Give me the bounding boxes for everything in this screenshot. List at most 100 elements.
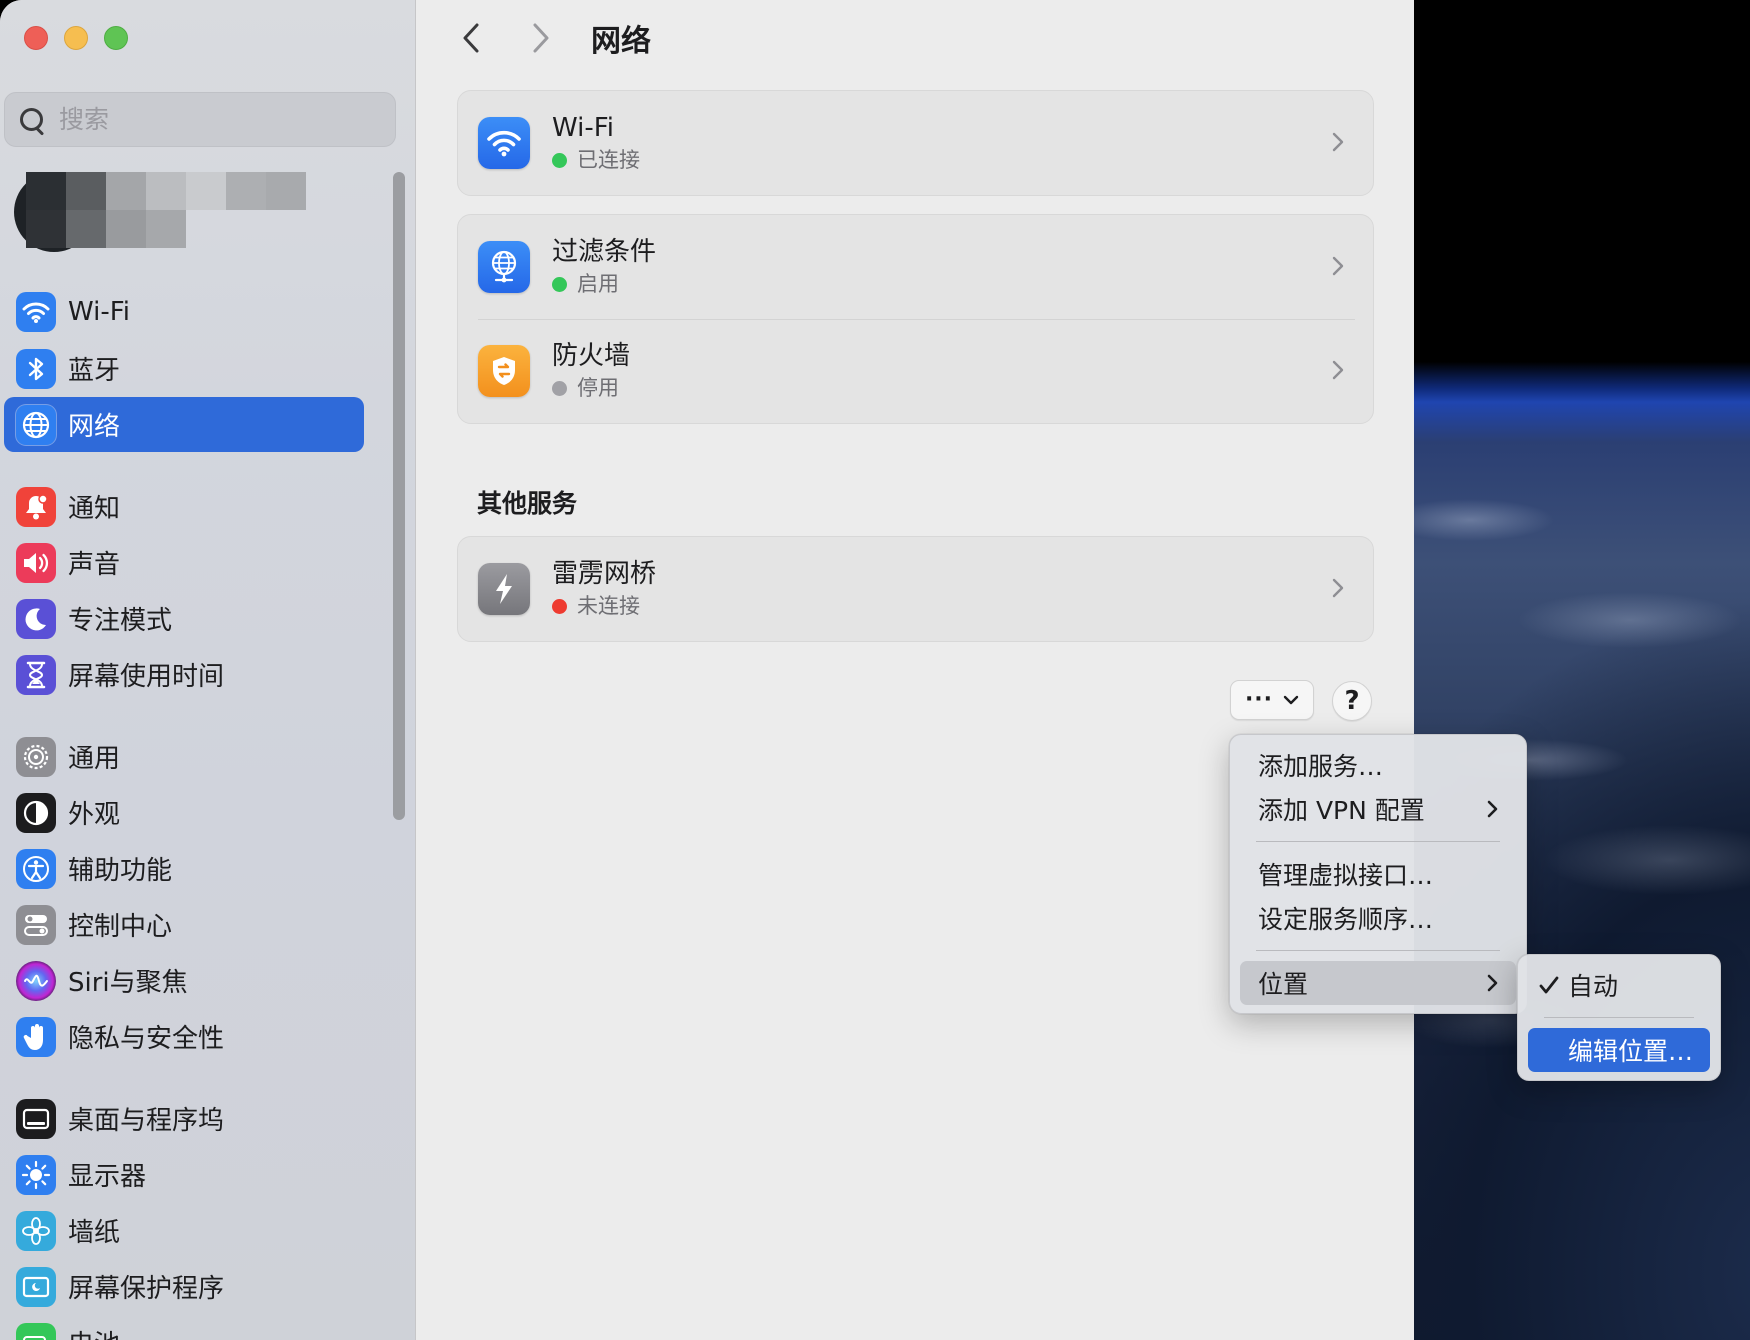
sidebar-item-label: 蓝牙 [68, 356, 121, 386]
menu-item-label: 管理虚拟接口… [1258, 861, 1434, 890]
sidebar-item-label: Siri与聚焦 [68, 968, 188, 998]
sidebar-item-label: 控制中心 [68, 912, 173, 942]
sidebar-item-bluetooth[interactable]: 蓝牙 [4, 341, 364, 396]
main-pane: 网络 Wi-Fi 已连接 过滤条件 启用 防火墙 停用 其他服务 雷雳网桥 未连… [417, 0, 1414, 1340]
location-submenu: 自动 编辑位置… [1517, 954, 1721, 1081]
service-row-firewall[interactable]: 防火墙 停用 [458, 319, 1373, 423]
service-name: 过滤条件 [552, 237, 657, 267]
submenu-item-edit-locations[interactable]: 编辑位置… [1528, 1028, 1710, 1072]
service-status: 未连接 [552, 591, 656, 621]
sidebar-item-label: 辅助功能 [68, 856, 173, 886]
status-dot-red [552, 598, 567, 614]
zoom-window-button[interactable] [104, 26, 128, 50]
search-field[interactable] [4, 92, 396, 147]
submenu-item-label: 自动 [1568, 972, 1619, 1001]
sidebar-item-label: 墙纸 [68, 1218, 121, 1248]
flower-icon [16, 1210, 56, 1251]
sidebar-item-displays[interactable]: 显示器 [4, 1147, 364, 1202]
sidebar-item-control-center[interactable]: 控制中心 [4, 897, 364, 952]
bell-icon [16, 486, 56, 527]
help-button[interactable]: ? [1332, 681, 1372, 721]
close-window-button[interactable] [24, 26, 48, 50]
gear-icon [16, 736, 56, 777]
sidebar-item-label: 显示器 [68, 1162, 147, 1192]
menu-item-label: 设定服务顺序… [1258, 905, 1434, 934]
menu-item-add-service[interactable]: 添加服务… [1240, 743, 1516, 787]
sidebar: Wi-Fi 蓝牙 网络 通知 [0, 0, 416, 1340]
service-status: 已连接 [552, 145, 640, 175]
apple-account-profile[interactable] [14, 168, 314, 252]
more-actions-button[interactable]: ··· [1230, 680, 1314, 720]
service-row-thunderbolt-bridge[interactable]: 雷雳网桥 未连接 [458, 537, 1373, 641]
firewall-shield-icon [478, 345, 530, 397]
sidebar-item-label: 外观 [68, 800, 121, 830]
sidebar-item-siri-spotlight[interactable]: Siri与聚焦 [4, 953, 364, 1008]
sidebar-item-label: 网络 [68, 412, 121, 442]
sidebar-item-accessibility[interactable]: 辅助功能 [4, 841, 364, 896]
status-dot-green [552, 276, 567, 292]
menu-item-add-vpn-configuration[interactable]: 添加 VPN 配置 [1240, 787, 1516, 831]
chevron-right-icon [533, 23, 549, 53]
service-status-text: 停用 [577, 376, 619, 400]
sidebar-item-focus[interactable]: 专注模式 [4, 591, 364, 646]
network-services-card: Wi-Fi 已连接 [457, 90, 1374, 196]
accessibility-icon [16, 848, 56, 889]
sidebar-item-desktop-dock[interactable]: 桌面与程序坞 [4, 1091, 364, 1146]
filter-globe-icon [478, 241, 530, 293]
menu-item-label: 添加 VPN 配置 [1258, 796, 1425, 825]
other-services-card: 雷雳网桥 未连接 [457, 536, 1374, 642]
sidebar-item-screen-saver[interactable]: 屏幕保护程序 [4, 1259, 364, 1314]
sidebar-item-label: Wi-Fi [68, 296, 131, 327]
page-title: 网络 [591, 24, 651, 59]
sidebar-item-label: 通知 [68, 494, 121, 524]
service-status: 启用 [552, 269, 656, 299]
thunderbolt-icon [478, 563, 530, 615]
appearance-icon [16, 792, 56, 833]
more-actions-menu: 添加服务… 添加 VPN 配置 管理虚拟接口… 设定服务顺序… 位置 [1229, 734, 1527, 1014]
hand-icon [16, 1016, 56, 1057]
sun-icon [16, 1154, 56, 1195]
chevron-right-icon [1332, 132, 1344, 152]
chevron-right-icon [1332, 578, 1344, 598]
filters-firewall-card: 过滤条件 启用 防火墙 停用 [457, 214, 1374, 424]
checkmark-icon [1539, 976, 1559, 994]
menu-item-location[interactable]: 位置 [1240, 961, 1516, 1005]
sidebar-item-general[interactable]: 通用 [4, 729, 364, 784]
sidebar-scrollbar[interactable] [393, 172, 405, 820]
service-row-filters[interactable]: 过滤条件 启用 [458, 215, 1373, 319]
window-controls [24, 26, 128, 50]
system-settings-window: Wi-Fi 蓝牙 网络 通知 [0, 0, 1414, 1340]
chevron-down-icon [1283, 695, 1299, 705]
sidebar-item-privacy-security[interactable]: 隐私与安全性 [4, 1009, 364, 1064]
sidebar-item-label: 屏幕使用时间 [68, 662, 225, 692]
submenu-item-automatic[interactable]: 自动 [1528, 963, 1710, 1007]
menu-item-label: 添加服务… [1258, 752, 1384, 781]
service-name: 防火墙 [552, 341, 631, 371]
minimize-window-button[interactable] [64, 26, 88, 50]
service-row-wifi[interactable]: Wi-Fi 已连接 [458, 91, 1373, 195]
wifi-icon [478, 117, 530, 169]
service-name: 雷雳网桥 [552, 559, 657, 589]
forward-button[interactable] [521, 18, 561, 58]
service-status-text: 未连接 [577, 594, 640, 618]
menu-separator [1544, 1017, 1694, 1018]
ellipsis-icon: ··· [1244, 687, 1274, 712]
sidebar-item-label: 屏幕保护程序 [68, 1274, 225, 1304]
sidebar-item-wallpaper[interactable]: 墙纸 [4, 1203, 364, 1258]
sidebar-item-battery[interactable]: 电池 [4, 1315, 364, 1340]
menu-item-manage-virtual-interfaces[interactable]: 管理虚拟接口… [1240, 852, 1516, 896]
menu-item-label: 位置 [1258, 970, 1309, 999]
submenu-arrow-icon [1487, 800, 1498, 818]
menu-item-set-service-order[interactable]: 设定服务顺序… [1240, 896, 1516, 940]
back-button[interactable] [451, 18, 491, 58]
desktop-wallpaper [1410, 0, 1750, 1340]
search-input[interactable] [59, 105, 359, 134]
speaker-icon [16, 542, 56, 583]
menu-separator [1256, 841, 1500, 842]
sidebar-item-wifi[interactable]: Wi-Fi [4, 284, 364, 339]
sidebar-item-screen-time[interactable]: 屏幕使用时间 [4, 647, 364, 702]
sidebar-item-sound[interactable]: 声音 [4, 535, 364, 590]
sidebar-item-appearance[interactable]: 外观 [4, 785, 364, 840]
sidebar-item-network[interactable]: 网络 [4, 397, 364, 452]
sidebar-item-notifications[interactable]: 通知 [4, 479, 364, 534]
